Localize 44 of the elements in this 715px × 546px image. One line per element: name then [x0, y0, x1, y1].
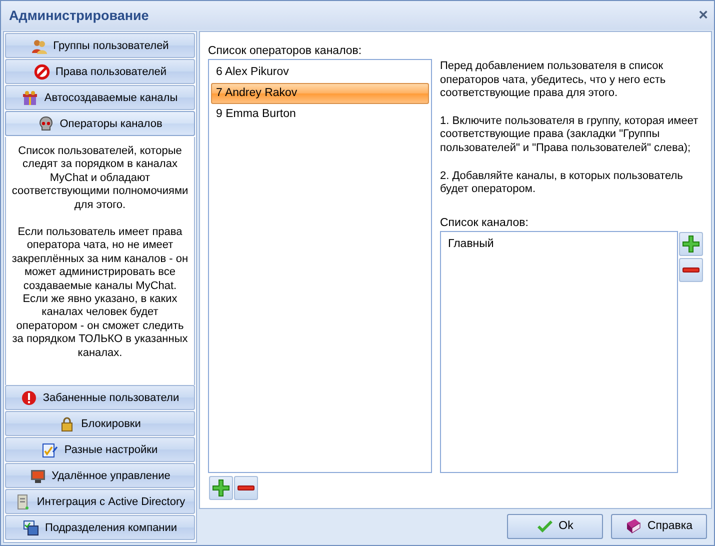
section-button[interactable]: Автосоздаваемые каналы: [5, 85, 195, 110]
monitor-icon: [30, 468, 46, 484]
list-item[interactable]: 6 Alex Pikurov: [211, 62, 429, 83]
book-icon: [625, 518, 642, 534]
computer-tower-icon: [14, 494, 31, 510]
checkmark-icon: [536, 518, 553, 534]
help-button[interactable]: Справка: [611, 514, 707, 538]
list-item[interactable]: Главный: [443, 234, 675, 255]
people-icon: [31, 38, 48, 54]
list-box[interactable]: 6 Alex Pikurov 7 Andrey Rakov 9 Emma Burton: [208, 59, 432, 473]
close-button[interactable]: ×: [698, 8, 708, 24]
section-button[interactable]: Забаненные пользователи: [5, 385, 195, 410]
plus-icon: [682, 234, 700, 253]
list-item[interactable]: 7 Andrey Rakov: [211, 83, 429, 104]
section-description: Список пользователей, которые следят за порядком в каналах MyChat и обладают соответствующими полномочиями для этого. Если пользователь имеет права оператора чата, но не имеет закреплённых за ним каналов - он может администрировать все создаваемые каналы MyChat. Если же явно указано, в каких каналах человек будет оператором - он сможет следить за порядком ТОЛЬКО в указанных каналах.: [5, 137, 195, 385]
section-button[interactable]: Права пользователей: [5, 59, 195, 84]
padlock-icon: [59, 416, 76, 432]
window-title: Администрирование: [9, 8, 149, 23]
help-text: Перед добавлением пользователя в список операторов чата, убедитесь, что у него есть соответствующие права для этого. 1. Включите пользователя в группу, которая имеет соответствующие права (закладки "Группы пользователей" и "Права пользователей" слева); 2. Добавляйте каналы, в которых пользователь будет оператором.: [440, 59, 700, 198]
list-box[interactable]: Главный: [440, 230, 678, 473]
section-button[interactable]: Удалённое управление: [5, 463, 195, 488]
section-button[interactable]: Операторы каналов: [5, 111, 195, 136]
remove-button[interactable]: [234, 476, 258, 500]
section-button[interactable]: Интеграция с Active Directory: [5, 489, 195, 514]
section-button[interactable]: Подразделения компании: [5, 515, 195, 540]
list-label: Список операторов каналов:: [208, 45, 363, 57]
remove-button[interactable]: [679, 258, 703, 282]
plus-icon: [212, 479, 230, 497]
ok-button[interactable]: Ok: [507, 514, 603, 538]
gift-icon: [22, 90, 38, 106]
minus-icon: [682, 266, 700, 273]
forbidden-icon: [34, 64, 50, 80]
section-button[interactable]: Разные настройки: [5, 437, 195, 462]
minus-icon: [237, 485, 255, 491]
skull-icon: [38, 116, 54, 132]
list-item[interactable]: 9 Emma Burton: [211, 104, 429, 125]
section-button[interactable]: Блокировки: [5, 411, 195, 436]
windows-icon: [22, 520, 39, 536]
add-button[interactable]: [209, 476, 233, 500]
alert-icon: [20, 390, 37, 406]
checklist-icon: [42, 442, 58, 458]
section-button[interactable]: Группы пользователей: [5, 33, 195, 58]
add-button[interactable]: [679, 232, 703, 256]
list-label: Список каналов:: [440, 216, 530, 229]
